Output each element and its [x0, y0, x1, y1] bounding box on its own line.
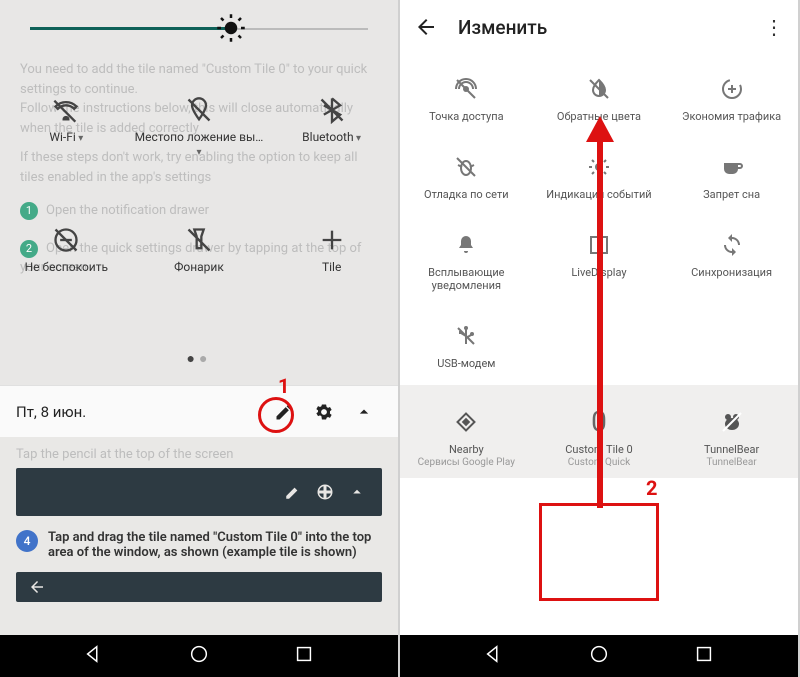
tunnelbear-icon: [669, 401, 794, 443]
tile-custom0[interactable]: 0 Custom Tile 0 Custom Quick: [533, 385, 666, 478]
qs-tile-flashlight[interactable]: Фонарик: [133, 220, 264, 274]
tiles-grid: Точка доступа Обратные цвета Экономия тр…: [400, 54, 798, 478]
tile-empty: [665, 307, 798, 385]
notification-light-icon: [537, 146, 662, 188]
tile-livedisplay[interactable]: LiveDisplay: [533, 216, 666, 308]
page-title: Изменить: [458, 16, 744, 39]
invert-colors-icon: [537, 68, 662, 110]
qs-tile-dnd[interactable]: Не беспокоить: [1, 220, 132, 274]
wifi-label: Wi-Fi: [1, 130, 132, 144]
qs-tile-add[interactable]: Tile: [266, 220, 397, 274]
step-4: 4 Tap and drag the tile named "Custom Ti…: [16, 530, 382, 560]
tile-tunnelbear[interactable]: TunnelBear TunnelBear: [665, 385, 798, 478]
plus-icon: [266, 220, 397, 260]
collapse-button[interactable]: [346, 394, 382, 430]
qs-footer: Пт, 8 июн.: [0, 385, 398, 437]
brightness-slider[interactable]: [0, 0, 398, 50]
livedisplay-icon: [537, 224, 662, 266]
callout-number-2: 2: [646, 476, 657, 500]
flashlight-off-icon: [133, 220, 264, 260]
pager-dots: ●●: [0, 350, 398, 367]
dnd-label: Не беспокоить: [1, 260, 132, 274]
tile-invert[interactable]: Обратные цвета: [533, 60, 666, 138]
bell-icon: [404, 224, 529, 266]
nav-recent[interactable]: [693, 643, 715, 669]
dnd-off-icon: [1, 220, 132, 260]
back-button[interactable]: [414, 15, 438, 39]
overflow-button[interactable]: ⋮: [764, 15, 784, 39]
nav-back[interactable]: [483, 643, 505, 669]
location-off-icon: [133, 90, 264, 130]
sync-icon: [669, 224, 794, 266]
location-label: Местопо ложение вы…: [133, 130, 264, 158]
tile-sync[interactable]: Синхронизация: [665, 216, 798, 308]
nav-home[interactable]: [188, 643, 210, 669]
phone-right: Изменить ⋮ Точка доступа Обратные цвета …: [400, 0, 798, 677]
flashlight-label: Фонарик: [133, 260, 264, 274]
tile-usb[interactable]: USB-модем: [400, 307, 533, 385]
edit-button[interactable]: [266, 394, 302, 430]
tile-hotspot[interactable]: Точка доступа: [400, 60, 533, 138]
example-bar-1: [16, 468, 382, 516]
qs-tile-wifi[interactable]: Wi-Fi: [1, 90, 132, 158]
nav-back[interactable]: [83, 643, 105, 669]
tile-empty: [533, 307, 666, 385]
tile-nearby[interactable]: Nearby Сервисы Google Play: [400, 385, 533, 478]
nav-bar-right: [400, 635, 798, 677]
tile-events[interactable]: Индикация событий: [533, 138, 666, 216]
tile-keepawake[interactable]: Запрет сна: [665, 138, 798, 216]
bug-off-icon: [404, 146, 529, 188]
edit-header: Изменить ⋮: [400, 0, 798, 54]
callout-box-2: [539, 503, 659, 601]
hotspot-icon: [404, 68, 529, 110]
tile-netdebug[interactable]: Отладка по сети: [400, 138, 533, 216]
nav-bar-left: [0, 635, 398, 677]
zero-icon: 0: [591, 405, 607, 438]
settings-button[interactable]: [306, 394, 342, 430]
phone-left: You need to add the tile named "Custom T…: [0, 0, 398, 677]
qs-tile-location[interactable]: Местопо ложение вы…: [133, 90, 264, 158]
date-label: Пт, 8 июн.: [16, 403, 86, 421]
tile-heads[interactable]: Всплывающие уведомления: [400, 216, 533, 308]
add-tile-label: Tile: [266, 260, 397, 274]
nav-recent[interactable]: [293, 643, 315, 669]
bluetooth-label: Bluetooth: [266, 130, 397, 144]
bluetooth-off-icon: [266, 90, 397, 130]
nav-home[interactable]: [588, 643, 610, 669]
qs-tile-bluetooth[interactable]: Bluetooth: [266, 90, 397, 158]
qs-panel: You need to add the tile named "Custom T…: [0, 0, 398, 385]
brightness-icon: [215, 12, 247, 44]
coffee-icon: [669, 146, 794, 188]
nearby-icon: [404, 401, 529, 443]
example-bar-2: [16, 572, 382, 602]
wifi-off-icon: [1, 90, 132, 130]
instructions-panel: Tap the pencil at the top of the screen …: [0, 437, 398, 635]
tile-datasaver[interactable]: Экономия трафика: [665, 60, 798, 138]
data-saver-icon: [669, 68, 794, 110]
usb-icon: [404, 315, 529, 357]
